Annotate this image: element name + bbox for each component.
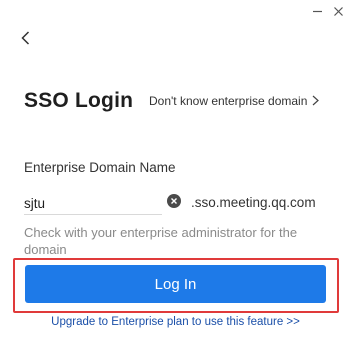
page-title: SSO Login [24, 89, 134, 112]
clear-circle-icon [171, 198, 177, 204]
minimize-icon [312, 10, 322, 12]
clear-input-button[interactable] [167, 194, 181, 208]
close-button[interactable] [329, 2, 347, 20]
domain-suffix: .sso.meeting.qq.com [191, 195, 316, 210]
login-button[interactable]: Log In [25, 265, 326, 303]
unknown-domain-link-label: Don't know enterprise domain [149, 94, 308, 108]
upgrade-plan-link[interactable]: Upgrade to Enterprise plan to use this f… [0, 316, 351, 328]
back-button[interactable] [16, 28, 34, 48]
domain-input[interactable] [24, 192, 162, 215]
domain-hint-text: Check with your enterprise administrator… [24, 225, 298, 257]
sso-login-window: SSO Login Don't know enterprise domain E… [0, 0, 351, 351]
chevron-left-icon [20, 31, 29, 45]
minimize-button[interactable] [308, 2, 326, 20]
chevron-right-icon [312, 95, 320, 109]
domain-field-label: Enterprise Domain Name [24, 160, 176, 175]
close-icon [333, 6, 343, 16]
unknown-domain-link[interactable]: Don't know enterprise domain [149, 94, 320, 109]
